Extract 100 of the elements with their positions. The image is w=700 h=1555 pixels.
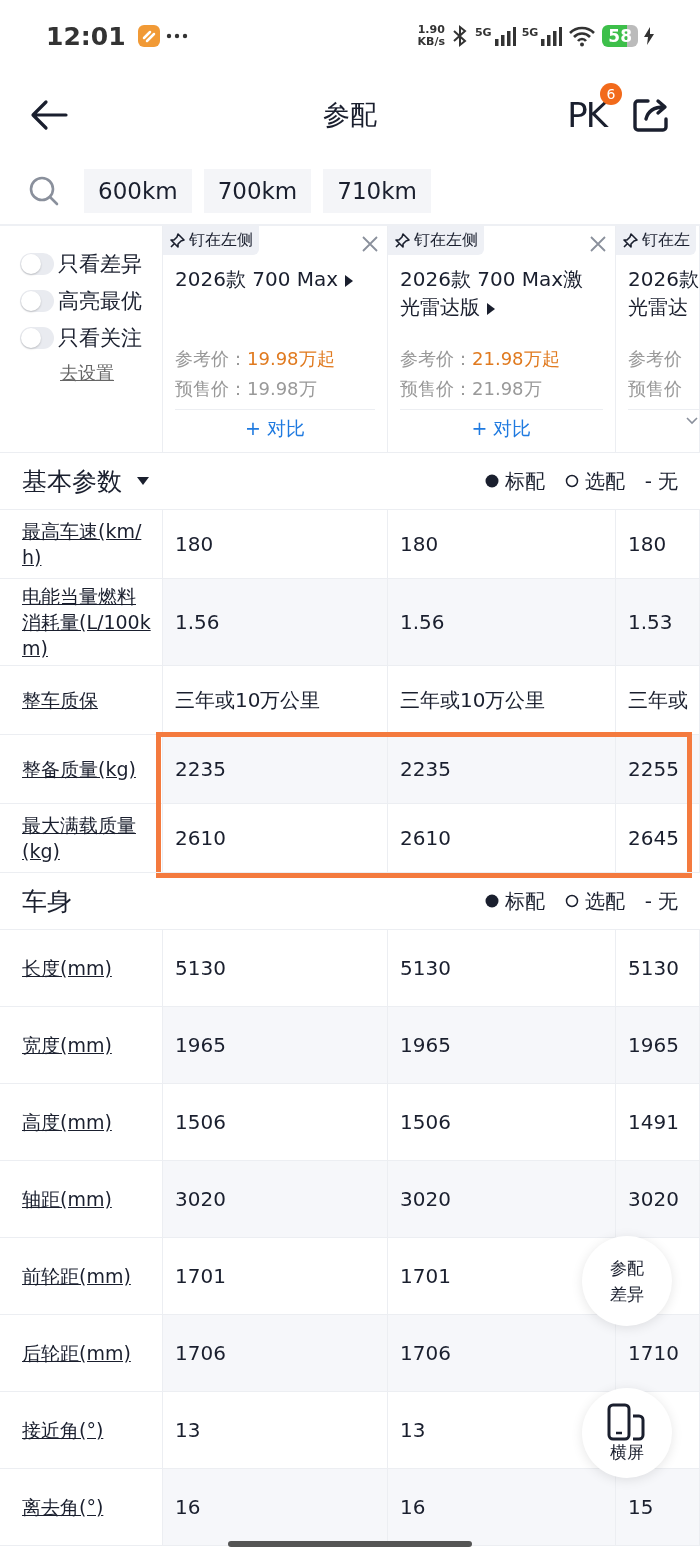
table-cell: 3020	[163, 1161, 388, 1237]
parameter-name[interactable]: 离去角(°)	[22, 1494, 104, 1520]
add-compare-link[interactable]: + 对比	[471, 416, 532, 442]
range-chip[interactable]: 600km	[84, 169, 192, 213]
net-speed: 1.90	[417, 24, 445, 36]
reference-price: 19.98万起	[247, 348, 335, 369]
toggle-switch[interactable]	[20, 327, 54, 349]
range-chip[interactable]: 700km	[203, 169, 312, 213]
table-cell: 16	[163, 1469, 388, 1545]
table-cell: 1506	[388, 1084, 616, 1160]
pin-icon	[394, 232, 410, 249]
legend-label: 标配	[504, 467, 545, 495]
pin-left-tag[interactable]: 钉在左侧	[163, 226, 259, 255]
table-cell: 1965	[388, 1007, 616, 1083]
table-cell: 2645	[616, 804, 700, 872]
parameter-name[interactable]: 高度(mm)	[22, 1109, 112, 1135]
close-icon[interactable]	[589, 235, 607, 253]
table-cell: 1491	[616, 1084, 700, 1160]
dropdown-icon[interactable]	[136, 476, 150, 486]
net-speed-unit: KB/s	[417, 36, 445, 48]
section-title[interactable]: 基本参数	[22, 464, 122, 498]
table-cell: 2255	[616, 735, 700, 803]
reference-price: 21.98万起	[472, 348, 560, 369]
parameter-name[interactable]: 长度(mm)	[22, 955, 112, 981]
back-icon[interactable]	[30, 99, 68, 131]
price-label: 预售价：	[400, 378, 472, 399]
price-label: 预售价：	[175, 378, 247, 399]
chevron-down-icon[interactable]	[685, 416, 699, 426]
car-model-title[interactable]: 2026款 700 Max激光雷达版	[400, 265, 603, 321]
parameter-name[interactable]: 接近角(°)	[22, 1417, 104, 1443]
settings-link[interactable]: 去设置	[60, 361, 162, 385]
legend-label: 无	[658, 887, 678, 915]
table-cell: 1706	[163, 1315, 388, 1391]
parameter-name[interactable]: 整备质量(kg)	[22, 756, 136, 782]
car-model-title[interactable]: 光雷达	[628, 293, 699, 321]
price-label: 参考价：	[175, 348, 247, 369]
table-cell: 180	[616, 510, 700, 578]
table-cell: 15	[616, 1469, 700, 1545]
parameter-name[interactable]: 电能当量燃料消耗量(L/100km)	[22, 583, 152, 661]
status-time: 12:01	[46, 21, 126, 51]
hollow-dot-icon	[564, 474, 579, 488]
floating-button[interactable]: 参配差异	[582, 1236, 672, 1326]
table-cell: 13	[163, 1392, 388, 1468]
price-label: 参考价：	[400, 348, 472, 369]
table-cell: 1710	[616, 1315, 700, 1391]
table-cell: 180	[163, 510, 388, 578]
table-cell: 3020	[616, 1161, 700, 1237]
filled-dot-icon	[484, 894, 499, 908]
app-icon	[137, 25, 160, 47]
range-chip[interactable]: 710km	[323, 169, 431, 213]
share-icon[interactable]	[632, 97, 670, 133]
signal-icon	[540, 26, 563, 46]
pin-left-tag[interactable]: 钉在左	[616, 226, 696, 255]
floating-button[interactable]: 横屏	[582, 1388, 672, 1478]
table-cell: 1701	[163, 1238, 388, 1314]
section-title[interactable]: 车身	[22, 884, 72, 918]
table-cell: 5130	[163, 930, 388, 1006]
table-cell: 三年或10万公里	[163, 666, 388, 734]
hollow-dot-icon	[564, 894, 579, 908]
car-model-title[interactable]: 2026款 700 Max	[175, 265, 375, 293]
table-cell: 1965	[616, 1007, 700, 1083]
filled-dot-icon	[484, 474, 499, 488]
price-label: 参考价	[628, 348, 682, 369]
table-cell: 1.56	[163, 579, 388, 665]
parameter-name[interactable]: 轴距(mm)	[22, 1186, 112, 1212]
filter-label: 只看差异	[58, 251, 142, 278]
presale-price: 21.98万	[472, 378, 542, 399]
filter-label: 只看关注	[58, 325, 142, 352]
table-cell: 2610	[163, 804, 388, 872]
filter-label: 高亮最优	[58, 288, 142, 315]
play-icon	[486, 301, 496, 316]
parameter-name[interactable]: 整车质保	[22, 687, 98, 713]
dash-symbol: -	[644, 469, 652, 493]
parameter-name[interactable]: 最高车速(km/h)	[22, 518, 152, 570]
table-cell: 16	[388, 1469, 616, 1545]
add-compare-link[interactable]: + 对比	[245, 416, 305, 442]
car-model-title[interactable]: 2026款	[628, 265, 699, 293]
parameter-name[interactable]: 前轮距(mm)	[22, 1263, 131, 1289]
table-cell: 1.56	[388, 579, 616, 665]
legend-label: 标配	[504, 887, 545, 915]
presale-price: 19.98万	[247, 378, 317, 399]
page-title: 参配	[323, 98, 377, 132]
pin-left-tag[interactable]: 钉在左侧	[388, 226, 484, 255]
play-icon	[344, 273, 355, 288]
toggle-switch[interactable]	[20, 253, 54, 275]
table-cell: 2610	[388, 804, 616, 872]
parameter-name[interactable]: 后轮距(mm)	[22, 1340, 131, 1366]
search-icon[interactable]	[28, 175, 60, 207]
signal-icon	[493, 26, 516, 46]
close-icon[interactable]	[361, 235, 379, 253]
table-cell: 3020	[388, 1161, 616, 1237]
dash-symbol: -	[644, 889, 652, 913]
table-cell: 1.53	[616, 579, 700, 665]
parameter-name[interactable]: 宽度(mm)	[22, 1032, 112, 1058]
table-cell: 5130	[616, 930, 700, 1006]
parameter-name[interactable]: 最大满载质量(kg)	[22, 812, 152, 864]
wifi-icon	[568, 25, 597, 47]
rotate-screen-icon	[607, 1402, 647, 1441]
pin-icon	[622, 232, 638, 249]
toggle-switch[interactable]	[20, 290, 54, 312]
